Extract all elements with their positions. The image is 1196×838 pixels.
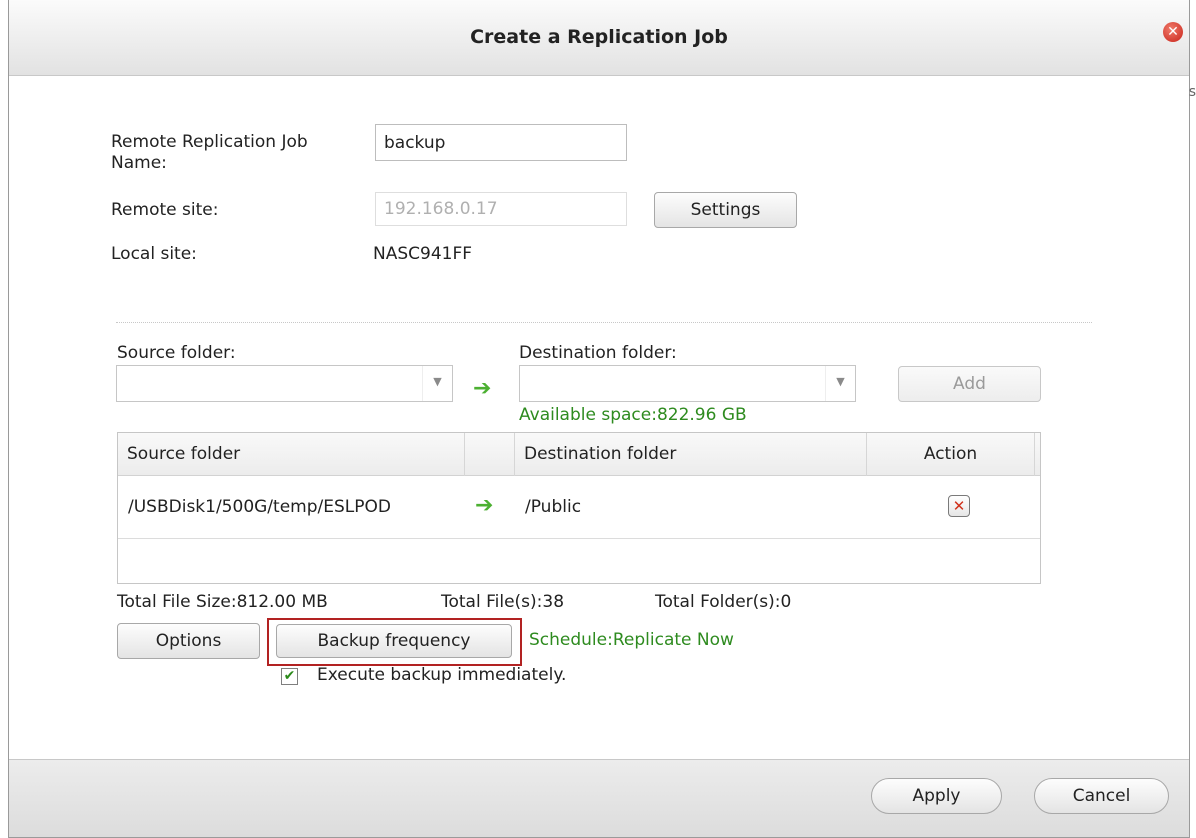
section-divider: [116, 322, 1092, 323]
backup-frequency-button[interactable]: Backup frequency: [276, 624, 512, 658]
col-destination-folder: Destination folder: [515, 433, 867, 476]
source-folder-select[interactable]: ▼: [116, 365, 453, 402]
job-name-input[interactable]: [375, 124, 627, 161]
source-folder-label: Source folder:: [117, 343, 236, 363]
cancel-button[interactable]: Cancel: [1034, 778, 1169, 814]
arrow-right-icon: ➔: [473, 376, 492, 401]
job-name-label-line2: Name:: [111, 153, 167, 173]
row-destination-folder: /Public: [525, 497, 582, 517]
delete-icon[interactable]: ✕: [948, 495, 970, 517]
dialog-footer: Apply Cancel: [9, 759, 1189, 837]
destination-folder-label: Destination folder:: [519, 343, 677, 363]
job-name-label: Remote Replication Job Name:: [111, 132, 308, 174]
chevron-down-icon[interactable]: ▼: [422, 366, 452, 401]
folder-pairs-table: Source folder Destination folder Action …: [117, 432, 1041, 584]
dialog-title: Create a Replication Job: [470, 26, 728, 48]
chevron-down-icon[interactable]: ▼: [825, 366, 855, 401]
add-button[interactable]: Add: [898, 366, 1041, 402]
background-edge-text: s: [1188, 84, 1196, 100]
remote-site-input: [375, 192, 627, 226]
total-folders: Total Folder(s):0: [655, 592, 792, 612]
col-arrow: [465, 433, 515, 476]
settings-button[interactable]: Settings: [654, 192, 797, 228]
row-source-folder: /USBDisk1/500G/temp/ESLPOD: [128, 497, 391, 517]
replication-dialog: Create a Replication Job ✕ Remote Replic…: [8, 0, 1190, 838]
apply-button[interactable]: Apply: [871, 778, 1002, 814]
execute-backup-checkbox[interactable]: ✔: [281, 668, 298, 685]
total-files: Total File(s):38: [441, 592, 565, 612]
local-site-value: NASC941FF: [373, 244, 473, 264]
destination-folder-select[interactable]: ▼: [519, 365, 856, 402]
execute-backup-label: Execute backup immediately.: [317, 665, 567, 685]
col-source-folder: Source folder: [118, 433, 465, 476]
schedule-text: Schedule:Replicate Now: [529, 630, 734, 650]
options-button[interactable]: Options: [117, 623, 260, 659]
available-space: Available space:822.96 GB: [519, 405, 747, 425]
table-row[interactable]: /USBDisk1/500G/temp/ESLPOD ➔ /Public ✕: [118, 476, 1040, 539]
remote-site-label: Remote site:: [111, 200, 219, 220]
local-site-label: Local site:: [111, 244, 197, 264]
close-icon[interactable]: ✕: [1163, 22, 1183, 42]
total-file-size: Total File Size:812.00 MB: [117, 592, 328, 612]
col-action: Action: [867, 433, 1035, 476]
title-bar: Create a Replication Job ✕: [9, 0, 1189, 76]
job-name-label-line1: Remote Replication Job: [111, 132, 308, 152]
table-header: Source folder Destination folder Action: [118, 433, 1040, 476]
arrow-right-icon: ➔: [475, 493, 494, 518]
